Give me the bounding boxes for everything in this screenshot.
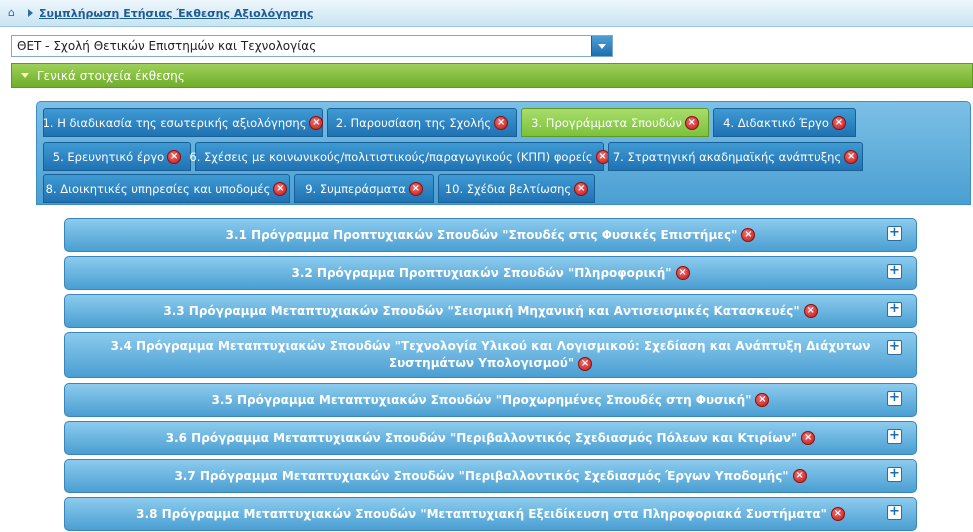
remove-icon[interactable]: × [578, 356, 593, 371]
remove-icon[interactable]: × [273, 181, 288, 196]
remove-icon[interactable]: × [792, 469, 807, 483]
program-title: 3.5 Πρόγραμμα Μεταπτυχιακών Σπουδών "Προ… [212, 392, 770, 409]
program-title: 3.1 Πρόγραμμα Προπτυχιακών Σπουδών "Σπου… [226, 227, 756, 244]
section-title: Γενικά στοιχεία έκθεσης [37, 68, 185, 83]
remove-icon[interactable]: × [309, 115, 324, 130]
program-panel-3-6[interactable]: 3.6 Πρόγραμμα Μεταπτυχιακών Σπουδών "Περ… [64, 421, 917, 455]
tab-label: 6. Σχέσεις με κοινωνικούς/πολιτιστικούς/… [189, 149, 593, 164]
tab-label: 10. Σχέδια βελτίωσης [444, 181, 572, 196]
tab-study-programs[interactable]: 3. Προγράμματα Σπουδών × [521, 108, 709, 137]
school-select-value: ΘΕΤ - Σχολή Θετικών Επιστημών και Τεχνολ… [17, 39, 317, 53]
remove-icon[interactable]: × [684, 115, 699, 130]
program-panel-3-5[interactable]: 3.5 Πρόγραμμα Μεταπτυχιακών Σπουδών "Προ… [64, 383, 917, 417]
expand-plus-icon[interactable]: + [887, 391, 902, 406]
tabs-panel: 1. Η διαδικασία της εσωτερικής αξιολόγησ… [36, 101, 971, 205]
school-select[interactable]: ΘΕΤ - Σχολή Θετικών Επιστημών και Τεχνολ… [11, 35, 613, 57]
remove-icon[interactable]: × [741, 228, 756, 242]
remove-icon[interactable]: × [494, 115, 509, 130]
remove-icon[interactable]: × [755, 393, 770, 407]
program-title: 3.3 Πρόγραμμα Μεταπτυχιακών Σπουδών "Σει… [163, 303, 818, 320]
expand-plus-icon[interactable]: + [887, 226, 902, 241]
program-panel-3-7[interactable]: 3.7 Πρόγραμμα Μεταπτυχιακών Σπουδών "Περ… [64, 459, 917, 493]
tab-label: 2. Παρουσίαση της Σχολής [335, 115, 492, 130]
breadcrumb-link[interactable]: Συμπλήρωση Ετήσιας Έκθεσης Αξιολόγησης [39, 7, 313, 20]
chevron-down-icon [598, 43, 606, 49]
breadcrumb: ⌂ Συμπλήρωση Ετήσιας Έκθεσης Αξιολόγησης [0, 0, 973, 27]
program-panel-3-3[interactable]: 3.3 Πρόγραμμα Μεταπτυχιακών Σπουδών "Σει… [64, 294, 917, 328]
dropdown-button[interactable] [591, 36, 612, 56]
expand-plus-icon[interactable]: + [887, 302, 902, 317]
program-title: 3.4 Πρόγραμμα Μεταπτυχιακών Σπουδών "Τεχ… [110, 339, 871, 371]
program-panel-3-2[interactable]: 3.2 Πρόγραμμα Προπτυχιακών Σπουδών "Πληρ… [64, 256, 917, 290]
expand-plus-icon[interactable]: + [887, 505, 902, 520]
tab-label: 7. Στρατηγική ακαδημαϊκής ανάπτυξης [612, 149, 842, 164]
remove-icon[interactable]: × [167, 149, 182, 164]
expand-plus-icon[interactable]: + [887, 429, 902, 444]
remove-icon[interactable]: × [844, 149, 859, 164]
program-panel-3-8[interactable]: 3.8 Πρόγραμμα Μεταπτυχιακών Σπουδών "Μετ… [64, 497, 917, 531]
tab-label: 1. Η διαδικασία της εσωτερικής αξιολόγησ… [42, 115, 307, 130]
collapse-arrow-icon [21, 73, 29, 78]
program-title: 3.6 Πρόγραμμα Μεταπτυχιακών Σπουδών "Περ… [166, 430, 816, 447]
program-title: 3.8 Πρόγραμμα Μεταπτυχιακών Σπουδών "Μετ… [136, 506, 845, 523]
tab-label: 4. Διδακτικό Έργο [723, 115, 829, 130]
remove-icon[interactable]: × [831, 115, 846, 130]
tab-label: 8. Διοικητικές υπηρεσίες και υποδομές [45, 181, 271, 196]
program-title: 3.2 Πρόγραμμα Προπτυχιακών Σπουδών "Πληρ… [291, 265, 690, 282]
program-panel-3-1[interactable]: 3.1 Πρόγραμμα Προπτυχιακών Σπουδών "Σπου… [64, 218, 917, 252]
home-icon[interactable]: ⌂ [8, 7, 20, 19]
tab-label: 5. Ερευνητικό έργο [52, 149, 165, 164]
remove-icon[interactable]: × [803, 304, 818, 318]
expand-plus-icon[interactable]: + [887, 264, 902, 279]
breadcrumb-arrow-icon [28, 9, 33, 17]
remove-icon[interactable]: × [574, 181, 589, 196]
tab-administrative-services[interactable]: 8. Διοικητικές υπηρεσίες και υποδομές × [43, 174, 290, 203]
expand-plus-icon[interactable]: + [887, 467, 902, 482]
remove-icon[interactable]: × [801, 431, 816, 445]
program-title: 3.7 Πρόγραμμα Μεταπτυχιακών Σπουδών "Περ… [174, 468, 807, 485]
tab-label: 9. Συμπεράσματα [305, 181, 406, 196]
program-panel-3-4[interactable]: 3.4 Πρόγραμμα Μεταπτυχιακών Σπουδών "Τεχ… [64, 332, 917, 378]
expand-plus-icon[interactable]: + [887, 340, 902, 355]
remove-icon[interactable]: × [408, 181, 423, 196]
tab-social-relations[interactable]: 6. Σχέσεις με κοινωνικούς/πολιτιστικούς/… [189, 142, 610, 171]
tab-research-work[interactable]: 5. Ερευνητικό έργο × [43, 142, 191, 171]
tab-label: 3. Προγράμματα Σπουδών [531, 115, 682, 130]
tab-school-presentation[interactable]: 2. Παρουσίαση της Σχολής × [327, 108, 517, 137]
tab-conclusions[interactable]: 9. Συμπεράσματα × [294, 174, 434, 203]
tab-improvement-plans[interactable]: 10. Σχέδια βελτίωσης × [438, 174, 595, 203]
tab-teaching-work[interactable]: 4. Διδακτικό Έργο × [713, 108, 856, 137]
section-header[interactable]: Γενικά στοιχεία έκθεσης [11, 63, 973, 88]
remove-icon[interactable]: × [830, 507, 845, 521]
tab-internal-evaluation[interactable]: 1. Η διαδικασία της εσωτερικής αξιολόγησ… [42, 108, 324, 137]
remove-icon[interactable]: × [675, 266, 690, 280]
tab-academic-strategy[interactable]: 7. Στρατηγική ακαδημαϊκής ανάπτυξης × [608, 142, 863, 171]
